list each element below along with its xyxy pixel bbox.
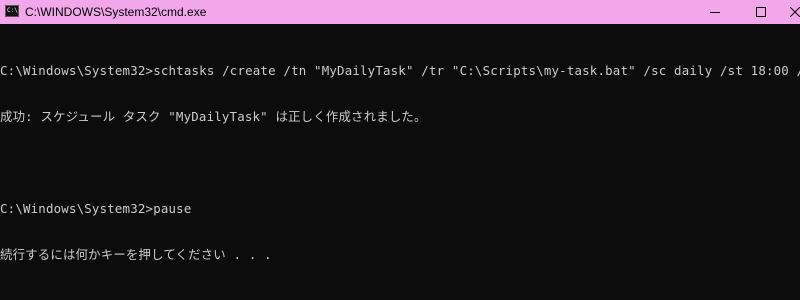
maximize-button[interactable] [738, 0, 784, 24]
cmd-app-icon[interactable]: C:\ [5, 5, 19, 17]
maximize-icon [756, 7, 766, 17]
console-line-success: 成功: スケジュール タスク "MyDailyTask" は正しく作成されました… [0, 109, 427, 124]
console-line-command: C:\Windows\System32>schtasks /create /tn… [0, 63, 800, 78]
minimize-button[interactable] [692, 0, 738, 24]
cmd-window: C:\ C:\WINDOWS\System32\cmd.exe C:\Windo… [0, 0, 800, 300]
minimize-icon [710, 12, 720, 13]
console-output[interactable]: C:\Windows\System32>schtasks /create /tn… [0, 33, 800, 300]
console-line-pause-prompt: 続行するには何かキーを押してください . . . [0, 247, 272, 262]
console-line-pause-command: C:\Windows\System32>pause [0, 201, 192, 216]
close-button[interactable] [782, 0, 800, 24]
close-icon [790, 7, 800, 17]
title-bar[interactable]: C:\ C:\WINDOWS\System32\cmd.exe [0, 0, 800, 24]
window-title: C:\WINDOWS\System32\cmd.exe [25, 5, 207, 19]
